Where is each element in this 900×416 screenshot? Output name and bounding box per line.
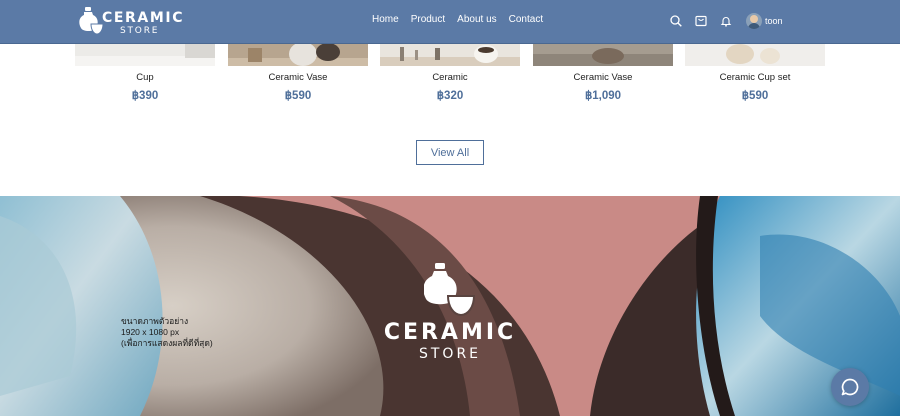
product-name: Ceramic Cup set <box>719 72 791 83</box>
product-price: ฿590 <box>284 90 312 102</box>
product-card[interactable]: Cup ฿390 <box>75 44 215 108</box>
product-name: Ceramic <box>432 72 468 83</box>
product-price: ฿320 <box>436 90 464 102</box>
product-name: Ceramic Vase <box>268 72 328 83</box>
product-image <box>228 44 368 66</box>
product-price: ฿1,090 <box>584 90 622 102</box>
user-menu[interactable]: toon <box>746 13 783 29</box>
search-icon[interactable] <box>669 14 683 28</box>
nav-product[interactable]: Product <box>411 14 445 25</box>
product-name: Ceramic Vase <box>573 72 633 83</box>
banner-size-note: ขนาดภาพตัวอย่าง 1920 x 1080 px (เพื่อการ… <box>121 316 213 349</box>
banner-subtitle: STORE <box>418 346 482 362</box>
product-card[interactable]: Ceramic Vase ฿590 <box>228 44 368 108</box>
product-list: Cup ฿390 Ceramic Vase ฿590 Ceramic ฿320 … <box>75 44 825 108</box>
product-card[interactable]: Ceramic Vase ฿1,090 <box>533 44 673 108</box>
chat-bubble-icon <box>841 378 859 396</box>
hero-banner: ขนาดภาพตัวอย่าง 1920 x 1080 px (เพื่อการ… <box>0 196 900 416</box>
banner-title: CERAMIC <box>383 320 517 345</box>
store-logo[interactable]: CERAMIC STORE <box>79 6 182 38</box>
main-nav: Home Product About us Contact <box>372 14 543 25</box>
user-name: toon <box>765 16 783 26</box>
pottery-logo-icon <box>424 263 476 317</box>
site-header: CERAMIC STORE Home Product About us Cont… <box>0 0 900 44</box>
product-price: ฿390 <box>131 90 159 102</box>
product-card[interactable]: Ceramic ฿320 <box>380 44 520 108</box>
product-image <box>685 44 825 66</box>
bell-icon[interactable] <box>719 14 733 28</box>
avatar <box>746 13 762 29</box>
nav-home[interactable]: Home <box>372 14 399 25</box>
logo-subtitle: STORE <box>120 26 160 36</box>
cart-icon[interactable] <box>694 14 708 28</box>
product-price: ฿590 <box>741 90 769 102</box>
product-card[interactable]: Ceramic Cup set ฿590 <box>685 44 825 108</box>
banner-note-line: 1920 x 1080 px <box>121 327 180 337</box>
chat-button[interactable] <box>831 368 869 406</box>
nav-contact[interactable]: Contact <box>509 14 543 25</box>
product-image <box>75 44 215 66</box>
product-image <box>533 44 673 66</box>
product-image <box>380 44 520 66</box>
view-all-button[interactable]: View All <box>416 140 484 165</box>
header-actions: toon <box>669 13 783 29</box>
logo-title: CERAMIC <box>102 10 185 26</box>
banner-note-line: (เพื่อการแสดงผลที่ดีที่สุด) <box>121 338 213 348</box>
banner-logo: CERAMIC STORE <box>380 262 520 372</box>
nav-about-us[interactable]: About us <box>457 14 496 25</box>
banner-note-line: ขนาดภาพตัวอย่าง <box>121 316 189 326</box>
product-name: Cup <box>136 72 154 83</box>
pottery-logo-icon <box>79 7 103 35</box>
